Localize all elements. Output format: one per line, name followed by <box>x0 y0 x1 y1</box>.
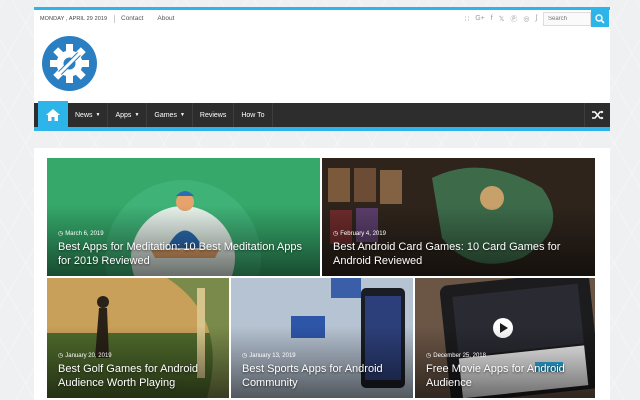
shuffle-icon <box>591 110 603 120</box>
date-text: March 6, 2019 <box>65 230 104 237</box>
nav-label: How To <box>241 111 265 119</box>
post-title[interactable]: Best Sports Apps for Android Community <box>242 362 405 390</box>
wrench-gear-icon <box>50 44 89 83</box>
facebook-icon[interactable]: f <box>491 15 493 22</box>
post-caption: ◷ December 25, 2018 Free Movie Apps for A… <box>426 352 587 390</box>
google-plus-icon[interactable]: G+ <box>475 15 485 22</box>
post-caption: ◷ January 13, 2019 Best Sports Apps for A… <box>242 352 405 390</box>
featured-post[interactable]: ◷ December 25, 2018 Free Movie Apps for A… <box>415 278 595 398</box>
contact-link[interactable]: Contact <box>121 15 143 22</box>
home-button[interactable] <box>38 101 68 129</box>
divider <box>114 14 115 23</box>
nav-label: Apps <box>115 111 132 119</box>
nav-apps[interactable]: Apps ▼ <box>108 103 146 127</box>
nav-how-to[interactable]: How To <box>234 103 271 127</box>
nav-label: News <box>75 111 93 119</box>
clock-icon: ◷ <box>242 353 248 359</box>
site-header <box>34 27 610 103</box>
divider <box>271 103 273 127</box>
clock-icon: ◷ <box>426 353 432 359</box>
post-date: ◷ February 4, 2019 <box>333 230 587 238</box>
nav-label: Games <box>154 111 177 119</box>
search-input[interactable] <box>543 11 591 26</box>
top-bar: MONDAY , APRIL 29 2019 Contact About ∷ G… <box>34 7 610 28</box>
current-date: MONDAY , APRIL 29 2019 <box>40 15 108 22</box>
post-date: ◷ March 6, 2019 <box>58 230 312 238</box>
social-icons: ∷ G+ f 𝕏 Ⓟ ◎ ʃ <box>465 14 537 24</box>
twitter-icon[interactable]: 𝕏 <box>499 15 505 23</box>
stumbleupon-icon[interactable]: ʃ <box>535 15 537 22</box>
post-title[interactable]: Best Android Card Games: 10 Card Games f… <box>333 240 587 268</box>
nav-news[interactable]: News ▼ <box>68 103 107 127</box>
post-title[interactable]: Best Apps for Meditation: 10 Best Medita… <box>58 240 312 268</box>
random-post-button[interactable] <box>584 103 610 127</box>
nav-label: Reviews <box>199 111 227 119</box>
featured-slider: ◷ March 6, 2019 Best Apps for Meditation:… <box>34 148 610 400</box>
post-caption: ◷ March 6, 2019 Best Apps for Meditation:… <box>58 230 312 268</box>
chevron-down-icon: ▼ <box>95 112 101 118</box>
featured-post[interactable]: ◷ January 20, 2019 Best Golf Games for An… <box>47 278 229 398</box>
post-caption: ◷ January 20, 2019 Best Golf Games for An… <box>58 352 221 390</box>
date-text: January 20, 2019 <box>65 352 112 359</box>
date-text: February 4, 2019 <box>340 230 386 237</box>
date-text: January 13, 2019 <box>249 352 296 359</box>
nav-games[interactable]: Games ▼ <box>147 103 192 127</box>
main-nav: News ▼ Apps ▼ Games ▼ Reviews How To <box>34 101 610 131</box>
featured-post[interactable]: ◷ February 4, 2019 Best Android Card Game… <box>322 158 595 276</box>
search-button[interactable] <box>591 9 609 28</box>
post-title[interactable]: Best Golf Games for Android Audience Wor… <box>58 362 221 390</box>
post-date: ◷ December 25, 2018 <box>426 352 587 360</box>
post-date: ◷ January 20, 2019 <box>58 352 221 360</box>
featured-post[interactable]: ◷ March 6, 2019 Best Apps for Meditation:… <box>47 158 320 276</box>
post-title[interactable]: Free Movie Apps for Android Audience <box>426 362 587 390</box>
site-logo[interactable] <box>42 36 97 91</box>
chevron-down-icon: ▼ <box>134 112 140 118</box>
about-link[interactable]: About <box>157 15 174 22</box>
post-date: ◷ January 13, 2019 <box>242 352 405 360</box>
clock-icon: ◷ <box>58 231 64 237</box>
clock-icon: ◷ <box>58 353 64 359</box>
dribbble-icon[interactable]: ◎ <box>523 15 529 23</box>
chevron-down-icon: ▼ <box>179 112 185 118</box>
featured-post[interactable]: ◷ January 13, 2019 Best Sports Apps for A… <box>231 278 413 398</box>
date-text: December 25, 2018 <box>433 352 486 359</box>
rss-icon[interactable]: ∷ <box>465 15 469 23</box>
post-caption: ◷ February 4, 2019 Best Android Card Game… <box>333 230 587 268</box>
nav-reviews[interactable]: Reviews <box>193 103 233 127</box>
pinterest-icon[interactable]: Ⓟ <box>510 14 517 24</box>
clock-icon: ◷ <box>333 231 339 237</box>
search-icon <box>595 13 605 24</box>
home-icon <box>46 109 60 121</box>
